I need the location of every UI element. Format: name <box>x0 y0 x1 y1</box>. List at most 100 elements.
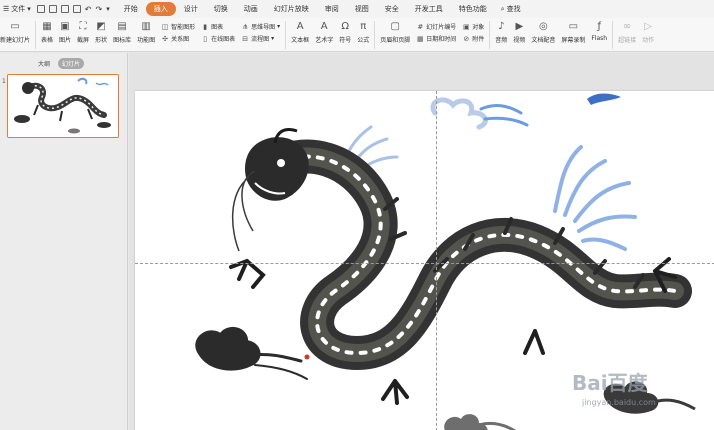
quick-access-toolbar: ↶ ↷ ▾ <box>36 4 116 14</box>
textbox-button[interactable]: A 文本框 <box>288 18 312 52</box>
symbol-icon: Ω <box>341 20 350 32</box>
tab-transitions[interactable]: 切换 <box>206 2 236 16</box>
smart-shape-button[interactable]: ◫ 智能图形 <box>161 22 196 32</box>
ribbon-tabs: 开始 插入 设计 切换 动画 幻灯片放映 审阅 视图 安全 开发工具 特色功能 <box>116 2 495 16</box>
baidu-watermark-url: jingyan.baidu.com <box>582 398 656 407</box>
hyperlink-label: 超链接 <box>618 37 637 44</box>
attachment-button[interactable]: ⊘ 附件 <box>462 34 484 44</box>
online-chart-icon: ▯ <box>203 34 208 43</box>
video-icon: ▶ <box>515 20 524 32</box>
wordart-icon: A <box>320 20 328 32</box>
tab-insert[interactable]: 插入 <box>145 2 176 16</box>
undo-icon[interactable]: ↶ <box>85 5 92 14</box>
screenshot-label: 截屏 <box>77 37 90 44</box>
tab-developer[interactable]: 开发工具 <box>407 2 451 16</box>
preview-icon[interactable] <box>72 4 81 13</box>
tab-slideshow[interactable]: 幻灯片放映 <box>266 2 317 16</box>
dark-cloud-left <box>195 326 308 380</box>
object-button[interactable]: ▣ 对象 <box>462 22 485 32</box>
slide-number: 1 <box>2 78 6 85</box>
audio-button[interactable]: ♪ 音频 <box>492 18 510 52</box>
divider <box>285 21 287 49</box>
file-menu[interactable]: ☰ 文件 ▾ <box>0 4 37 14</box>
tab-outline[interactable]: 大纲 <box>34 58 54 69</box>
search-box[interactable]: ⌕ 查找 <box>495 4 521 14</box>
tab-animation[interactable]: 动画 <box>236 2 266 16</box>
tab-security[interactable]: 安全 <box>377 2 407 16</box>
smart-shape-icon: ◫ <box>161 22 169 31</box>
tab-design[interactable]: 设计 <box>176 2 206 16</box>
screen-record-icon: ▭ <box>568 20 579 32</box>
flowchart-button[interactable]: ⊟ 流程图 ▾ <box>241 34 280 44</box>
video-button[interactable]: ▶ 视频 <box>510 18 528 52</box>
object-label: 对象 <box>472 24 485 31</box>
datetime-button[interactable]: ▦ 日期和时间 <box>416 34 456 44</box>
object-icon: ▣ <box>462 22 470 31</box>
tab-features[interactable]: 特色功能 <box>451 2 495 16</box>
chevron-down-icon: ▾ <box>271 35 275 42</box>
hyperlink-button[interactable]: ∞ 超链接 <box>615 18 639 52</box>
tab-view[interactable]: 视图 <box>347 2 377 16</box>
icon-library-button[interactable]: ▤ 图标库 <box>110 18 134 52</box>
mindmap-icon: ⋔ <box>242 22 249 31</box>
function-chart-icon: ▥ <box>141 20 151 32</box>
picture-button[interactable]: ▣ 图片 <box>56 18 74 52</box>
hyperlink-icon: ∞ <box>622 20 632 32</box>
slide-number-icon: # <box>417 22 424 31</box>
picture-icon: ▣ <box>60 20 70 32</box>
screenshot-button[interactable]: ⛶ 截屏 <box>74 18 92 52</box>
chevron-down-icon: ▾ <box>277 23 281 30</box>
smart-shape-label: 智能图形 <box>171 24 196 31</box>
divider <box>612 21 614 49</box>
table-icon: ▦ <box>42 20 52 32</box>
tab-review[interactable]: 审阅 <box>317 2 347 16</box>
horizontal-guide-line <box>135 263 714 264</box>
text-dub-button[interactable]: ◎ 文档配音 <box>528 18 558 52</box>
red-dot <box>304 354 310 360</box>
screen-record-button[interactable]: ▭ 屏幕录制 <box>558 18 588 52</box>
new-slide-icon: ▭ <box>10 20 20 32</box>
new-slide-button[interactable]: ▭ 新建幻灯片 <box>0 18 33 52</box>
chevron-down-icon: ▾ <box>27 5 31 13</box>
online-chart-button[interactable]: ▯ 在线图表 <box>201 34 235 44</box>
menu-icon: ☰ <box>3 5 10 13</box>
ribbon-toolbar: ▭ 新建幻灯片 ▦ 表格 ▣ 图片 ⛶ 截屏 ◩ 形状 ▤ 图标库 ▥ 功能图 … <box>0 18 714 52</box>
app-window: ☰ 文件 ▾ ↶ ↷ ▾ 开始 插入 设计 切换 动画 幻灯片放映 审阅 视图 … <box>0 0 714 430</box>
shape-label: 形状 <box>95 37 108 44</box>
action-button[interactable]: ▷ 动作 <box>639 18 657 52</box>
slide-thumbnail[interactable] <box>7 74 119 138</box>
function-chart-button[interactable]: ▥ 功能图 <box>134 18 158 52</box>
video-label: 视频 <box>513 37 526 44</box>
slide-number-label: 幻灯片编号 <box>426 24 457 31</box>
tab-home[interactable]: 开始 <box>116 2 146 16</box>
gray-cloud-bottom <box>444 414 516 430</box>
print-icon[interactable] <box>60 4 69 13</box>
table-button[interactable]: ▦ 表格 <box>38 18 56 52</box>
tab-slides[interactable]: 幻灯片 <box>58 58 85 69</box>
slide-number-button[interactable]: # 幻灯片编号 <box>416 22 457 32</box>
mindmap-button[interactable]: ⋔ 思维导图 ▾ <box>241 22 281 32</box>
chart-button[interactable]: ▮ 图表 <box>201 22 235 32</box>
flowchart-label: 流程图 <box>251 36 270 43</box>
chevron-down-icon[interactable]: ▾ <box>106 5 110 14</box>
header-footer-icon: ▢ <box>390 20 400 32</box>
symbol-button[interactable]: Ω 符号 <box>336 18 354 52</box>
divider <box>489 21 491 49</box>
text-dub-icon: ◎ <box>538 20 548 32</box>
formula-button[interactable]: π 公式 <box>354 18 372 52</box>
panel-tabs: 大纲 幻灯片 <box>0 53 127 69</box>
relation-label: 关系图 <box>171 36 190 43</box>
shape-button[interactable]: ◩ 形状 <box>92 18 110 52</box>
table-label: 表格 <box>41 37 54 44</box>
flash-button[interactable]: ƒ Flash <box>588 18 610 52</box>
wordart-button[interactable]: A 艺术字 <box>312 18 336 52</box>
save-icon[interactable] <box>36 4 45 13</box>
picture-label: 图片 <box>59 37 72 44</box>
redo-icon[interactable]: ↷ <box>96 5 103 14</box>
divider <box>374 21 376 49</box>
slide-number-group: # 幻灯片编号 ▦ 日期和时间 <box>413 18 459 44</box>
header-footer-button[interactable]: ▢ 页眉和页脚 <box>377 18 413 52</box>
relation-button[interactable]: ✣ 关系图 <box>161 34 195 44</box>
export-icon[interactable] <box>48 4 57 13</box>
chart-group: ▮ 图表 ▯ 在线图表 <box>198 18 238 44</box>
